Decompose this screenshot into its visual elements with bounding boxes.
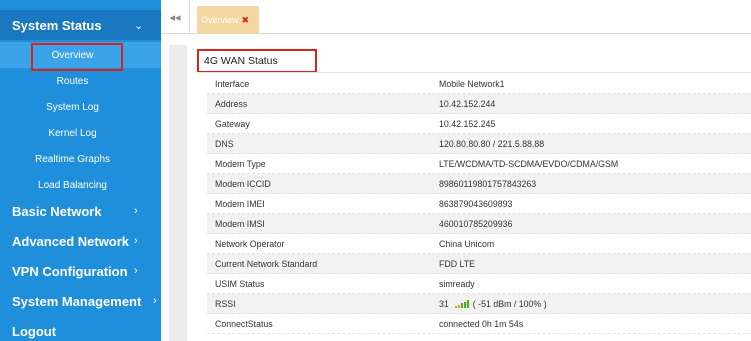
row-value: Mobile Network1 (439, 78, 505, 89)
row-key: Modem Type (215, 158, 266, 169)
row-value: 863879043609893 (439, 198, 513, 209)
row-key: ConnectStatus (215, 318, 273, 329)
row-key: Current Network Standard (215, 258, 318, 269)
rssi-detail: ( -51 dBm / 100% ) (472, 298, 547, 309)
sidebar-logout[interactable]: Logout (0, 316, 161, 341)
double-chevron-left-icon[interactable]: ◂◂ (161, 0, 190, 34)
sidebar-item-label: System Log (46, 101, 99, 113)
sidebar-item-label: Overview (51, 49, 94, 61)
status-row: Modem IMSI 460010785209936 (207, 214, 751, 234)
router-admin-app: System Status ⌄ Overview Routes System L… (0, 0, 751, 341)
sidebar-group-vpn-configuration[interactable]: VPN Configuration › (0, 256, 161, 286)
close-icon[interactable]: ✖ (242, 15, 250, 26)
content-gutter (169, 45, 187, 341)
tab-bar: ◂◂ Overview ✖ (161, 0, 751, 34)
sidebar-item-load-balancing[interactable]: Load Balancing (0, 172, 161, 198)
status-row: Modem Type LTE/WCDMA/TD-SCDMA/EVDO/CDMA/… (207, 154, 751, 174)
sidebar-group-system-management[interactable]: System Management › (0, 286, 161, 316)
divider (197, 72, 751, 73)
sidebar-group-label: Logout (12, 323, 57, 339)
rssi-value: 31 (439, 298, 449, 309)
status-row: USIM Status simready (207, 274, 751, 294)
row-key: Network Operator (215, 238, 285, 249)
sidebar-group-system-status[interactable]: System Status ⌄ (0, 10, 161, 40)
status-row: Interface Mobile Network1 (207, 74, 751, 94)
chevron-down-icon: ⌄ (134, 19, 144, 32)
status-row: RSSI 31 ( -51 dBm / 100% ) (207, 294, 751, 314)
status-row: ConnectStatus connected 0h 1m 54s (207, 314, 751, 334)
sidebar-group-basic-network[interactable]: Basic Network › (0, 196, 161, 226)
row-key: Modem ICCID (215, 178, 271, 189)
sidebar-group-label: VPN Configuration (12, 263, 128, 279)
sidebar-group-label: Basic Network (12, 203, 102, 219)
panel-title: 4G WAN Status (197, 49, 317, 73)
status-row: Gateway 10.42.152.245 (207, 114, 751, 134)
sidebar-item-label: Realtime Graphs (34, 153, 111, 165)
main-content: 4G WAN Status Interface Mobile Network1 … (161, 34, 751, 341)
row-key: Interface (215, 78, 250, 89)
chevron-right-icon: › (134, 265, 138, 277)
row-value: 10.42.152.244 (439, 98, 496, 109)
row-value: LTE/WCDMA/TD-SCDMA/EVDO/CDMA/GSM (439, 158, 619, 169)
row-key: Gateway (215, 118, 250, 129)
status-row: DNS 120.80.80.80 / 221.5.88.88 (207, 134, 751, 154)
row-value: 89860119801757843263 (439, 178, 537, 189)
sidebar-item-routes[interactable]: Routes (0, 68, 161, 94)
row-value: 460010785209936 (439, 218, 513, 229)
status-row: Address 10.42.152.244 (207, 94, 751, 114)
sidebar-item-overview[interactable]: Overview (0, 42, 161, 71)
row-value: connected 0h 1m 54s (439, 318, 524, 329)
sidebar-group-label: Advanced Network (12, 233, 130, 249)
row-key: Modem IMEI (215, 198, 265, 209)
status-row: Modem ICCID 89860119801757843263 (207, 174, 751, 194)
chevron-right-icon: › (134, 235, 138, 247)
sidebar-item-kernel-log[interactable]: Kernel Log (0, 120, 161, 146)
tab-overview[interactable]: Overview ✖ (197, 6, 259, 34)
row-key: USIM Status (215, 278, 265, 289)
status-row: Modem IMEI 863879043609893 (207, 194, 751, 214)
status-row: Network Operator China Unicom (207, 234, 751, 254)
sidebar-group-label: System Status (12, 17, 102, 33)
sidebar: System Status ⌄ Overview Routes System L… (0, 0, 161, 341)
tab-label: Overview (201, 15, 239, 25)
row-value: 10.42.152.245 (439, 118, 496, 129)
sidebar-group-label: System Management (12, 293, 142, 309)
row-value: 120.80.80.80 / 221.5.88.88 (439, 138, 545, 149)
row-value: FDD LTE (439, 258, 476, 269)
chevron-right-icon: › (153, 295, 157, 307)
status-row: Current Network Standard FDD LTE (207, 254, 751, 274)
sidebar-item-realtime-graphs[interactable]: Realtime Graphs (0, 146, 161, 172)
row-value: 31 ( -51 dBm / 100% ) (439, 299, 547, 309)
sidebar-item-label: Kernel Log (48, 127, 97, 139)
row-value: China Unicom (439, 238, 495, 249)
sidebar-item-system-log[interactable]: System Log (0, 94, 161, 120)
sidebar-group-advanced-network[interactable]: Advanced Network › (0, 226, 161, 256)
row-key: RSSI (215, 298, 236, 309)
row-key: Address (215, 98, 248, 109)
chevron-right-icon: › (134, 205, 138, 217)
row-key: DNS (215, 138, 234, 149)
sidebar-item-label: Routes (56, 75, 89, 87)
row-value: simready (439, 278, 475, 289)
signal-strength-icon (454, 299, 469, 308)
row-key: Modem IMSI (215, 218, 265, 229)
sidebar-item-label: Load Balancing (38, 179, 107, 191)
